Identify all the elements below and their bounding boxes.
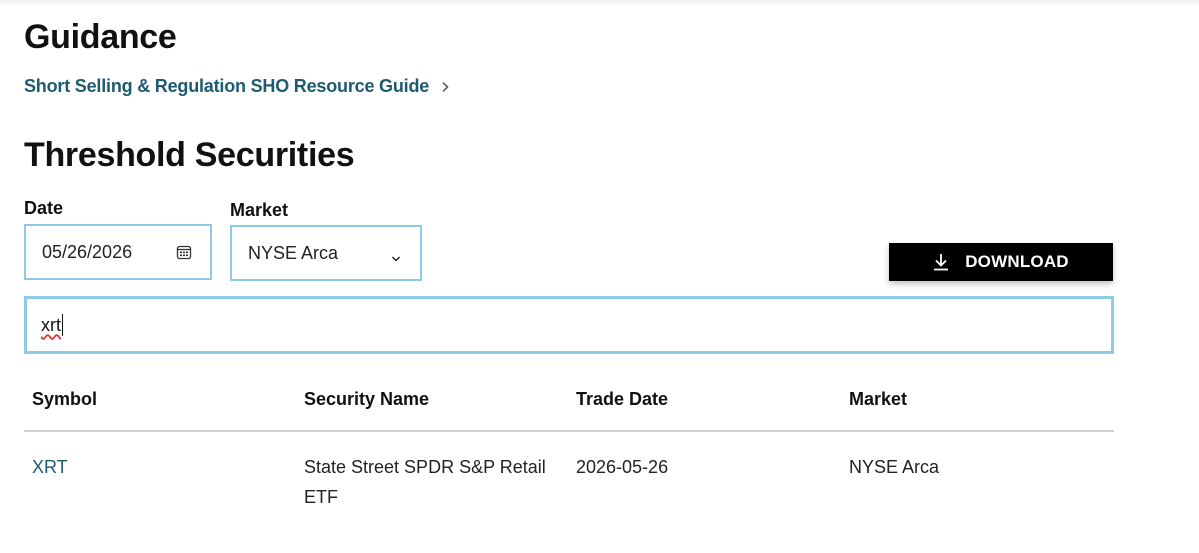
date-input-value: 05/26/2026 [42, 241, 133, 262]
market-label: Market [230, 200, 289, 220]
calendar-icon[interactable] [176, 244, 192, 260]
table-row: XRT State Street SPDR S&P Retail ETF 202… [24, 432, 1114, 512]
date-label: Date [24, 198, 64, 218]
text-cursor [62, 314, 63, 336]
trade-date-cell: 2026-05-26 [576, 457, 669, 477]
resource-guide-link[interactable]: Short Selling & Regulation SHO Resource … [24, 76, 451, 97]
date-input[interactable]: 05/26/2026 [24, 224, 212, 280]
market-select[interactable]: NYSE Arca [230, 225, 422, 281]
page: Guidance Short Selling & Regulation SHO … [0, 0, 1199, 553]
download-button-label: DOWNLOAD [965, 252, 1069, 271]
table-header: Symbol Security Name Trade Date Market [24, 380, 1114, 432]
column-header-market[interactable]: Market [849, 389, 907, 410]
threshold-securities-heading: Threshold Securities [24, 136, 355, 174]
symbol-link[interactable]: XRT [32, 452, 68, 482]
chevron-right-icon [439, 81, 451, 93]
download-button[interactable]: DOWNLOAD [889, 243, 1113, 281]
market-select-value: NYSE Arca [248, 242, 339, 263]
guidance-heading: Guidance [24, 18, 177, 56]
column-header-symbol[interactable]: Symbol [32, 389, 97, 410]
column-header-security-name[interactable]: Security Name [304, 389, 429, 410]
header-shadow [0, 0, 1199, 6]
download-icon [933, 253, 949, 271]
chevron-down-icon [390, 249, 402, 262]
market-cell: NYSE Arca [849, 457, 940, 477]
search-input-value: xrt [41, 314, 61, 335]
search-input[interactable]: xrt [24, 296, 1114, 354]
resource-guide-link-label: Short Selling & Regulation SHO Resource … [24, 76, 430, 96]
security-name-cell: State Street SPDR S&P Retail ETF [304, 457, 546, 507]
threshold-securities-table: Symbol Security Name Trade Date Market X… [24, 380, 1114, 512]
column-header-trade-date[interactable]: Trade Date [576, 389, 668, 410]
